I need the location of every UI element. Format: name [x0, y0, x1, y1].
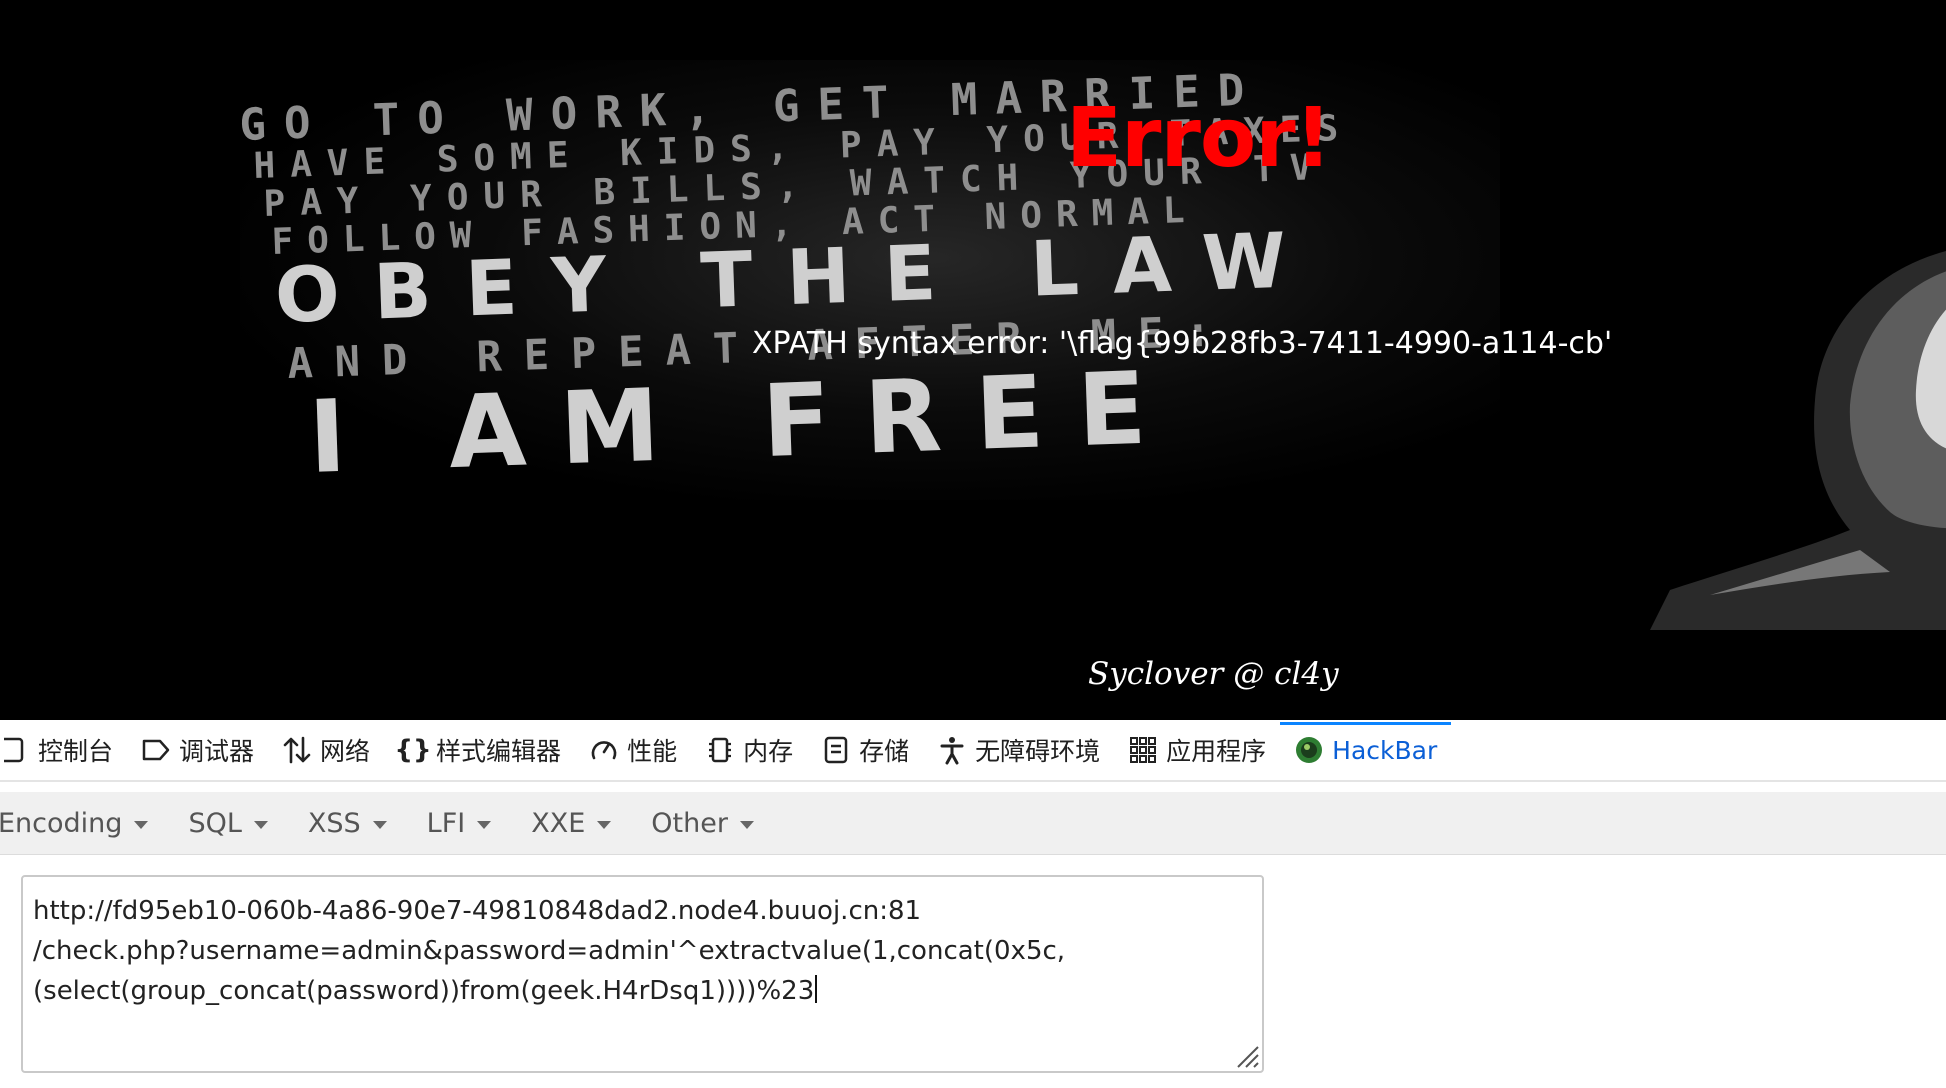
url-line-3: (select(group_concat(password))from(geek… [33, 976, 815, 1006]
console-icon [0, 735, 30, 765]
menu-xss[interactable]: XSS [288, 808, 407, 839]
tab-memory-label: 内存 [743, 737, 794, 766]
devtools-tab-bar: 控制台 调试器 网络 {} 样式编辑器 性能 内存 存储 无障碍环境 应用程序 … [0, 720, 1946, 782]
tab-network[interactable]: 网络 [268, 720, 384, 780]
tab-storage-label: 存储 [859, 737, 910, 766]
chevron-down-icon [134, 820, 149, 829]
hooded-figure-image [1650, 251, 1946, 630]
tab-accessibility[interactable]: 无障碍环境 [923, 720, 1114, 780]
tab-console-label: 控制台 [38, 737, 114, 766]
chevron-down-icon [739, 820, 754, 829]
url-line-1: http://fd95eb10-060b-4a86-90e7-49810848d… [33, 896, 922, 926]
menu-lfi[interactable]: LFI [407, 808, 512, 839]
tab-hackbar[interactable]: HackBar [1280, 720, 1452, 780]
application-icon [1128, 735, 1158, 765]
resize-grip-icon[interactable] [1230, 1039, 1260, 1069]
tab-accessibility-label: 无障碍环境 [975, 737, 1101, 766]
menu-xss-label: XSS [307, 807, 361, 839]
page-viewport: GO TO WORK, GET MARRIED HAVE SOME KIDS, … [0, 0, 1946, 720]
url-line-2: /check.php?username=admin&password=admin… [33, 936, 1066, 966]
chevron-down-icon [372, 820, 387, 829]
tab-console[interactable]: 控制台 [0, 720, 127, 780]
menu-sql[interactable]: SQL [168, 808, 287, 839]
tab-network-label: 网络 [320, 737, 371, 766]
tab-performance-label: 性能 [627, 737, 678, 766]
tab-memory[interactable]: 内存 [691, 720, 807, 780]
network-icon [282, 735, 312, 765]
menu-lfi-label: LFI [426, 807, 466, 839]
error-heading: Error! [1066, 91, 1332, 186]
style-editor-icon: {} [394, 735, 432, 765]
menu-encoding[interactable]: Encoding [0, 808, 168, 839]
tab-performance[interactable]: 性能 [575, 720, 691, 780]
menu-xxe[interactable]: XXE [511, 808, 631, 839]
tab-hackbar-label: HackBar [1332, 735, 1438, 765]
chevron-down-icon [253, 820, 268, 829]
storage-icon [821, 735, 851, 765]
xpath-error-message: XPATH syntax error: '\flag{99b28fb3-7411… [752, 326, 1613, 361]
menu-encoding-label: Encoding [0, 807, 123, 839]
menu-xxe-label: XXE [531, 807, 586, 839]
tab-debugger[interactable]: 调试器 [127, 720, 268, 780]
page-signature: Syclover @ cl4y [1088, 656, 1339, 692]
menu-other-label: Other [651, 807, 728, 839]
memory-icon [705, 735, 735, 765]
tab-style-editor-label: 样式编辑器 [436, 737, 562, 766]
tab-debugger-label: 调试器 [179, 737, 255, 766]
hackbar-icon [1294, 735, 1324, 765]
chevron-down-icon [597, 820, 612, 829]
tab-application[interactable]: 应用程序 [1114, 720, 1280, 780]
hackbar-menu: Encoding SQL XSS LFI XXE Other [0, 792, 1946, 855]
tab-application-label: 应用程序 [1166, 737, 1267, 766]
accessibility-icon [937, 735, 967, 765]
tab-storage[interactable]: 存储 [807, 720, 923, 780]
text-cursor [815, 975, 818, 1003]
chevron-down-icon [477, 820, 492, 829]
performance-icon [589, 735, 619, 765]
tab-style-editor[interactable]: {} 样式编辑器 [384, 720, 575, 780]
debugger-icon [141, 735, 171, 765]
menu-sql-label: SQL [188, 807, 242, 839]
url-textarea[interactable]: http://fd95eb10-060b-4a86-90e7-49810848d… [21, 875, 1264, 1073]
menu-other[interactable]: Other [631, 808, 774, 839]
